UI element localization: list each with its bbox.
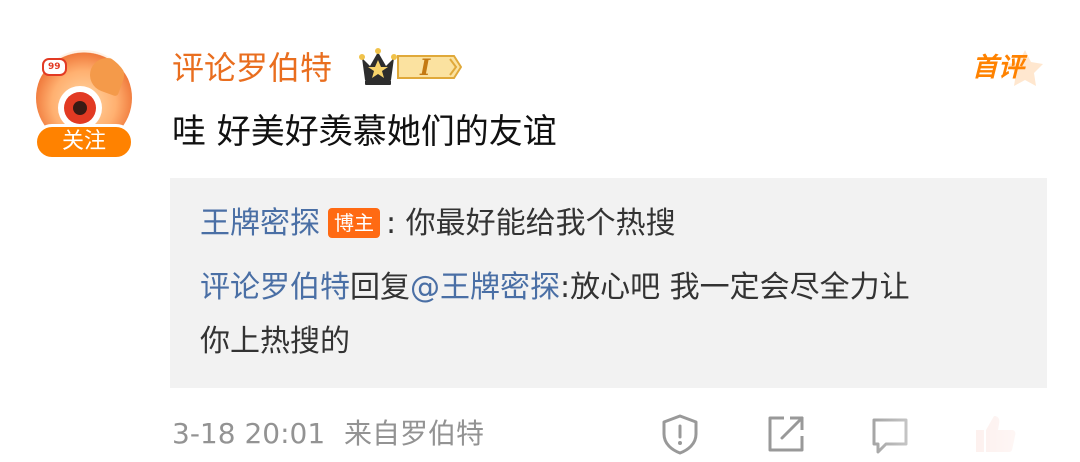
share-icon[interactable] [764, 412, 808, 456]
reply-text-continued: 你上热搜的 [200, 324, 350, 359]
follow-button[interactable]: 关注 [34, 124, 134, 160]
avatar-level-badge: 99 [42, 58, 67, 76]
first-comment-tag: 首评 [972, 53, 1025, 83]
reply-author[interactable]: 评论罗伯特 [200, 270, 350, 305]
reply-item[interactable]: 评论罗伯特回复@王牌密探:放心吧 我一定会尽全力让 [200, 266, 910, 310]
action-bar-fade [860, 400, 1080, 462]
comment-timestamp: 3-18 20:01 [172, 417, 326, 450]
crown-rank-badge: I [359, 48, 462, 85]
reply-thread[interactable]: 王牌密探 博主: 你最好能给我个热搜 评论罗伯特回复@王牌密探:放心吧 我一定会尽… [170, 178, 1047, 388]
reply-text: 放心吧 我一定会尽全力让 [570, 270, 910, 305]
avatar-eye-pupil [73, 101, 87, 115]
comment-meta: 3-18 20:01 来自罗伯特 [172, 414, 484, 454]
comment-source: 来自罗伯特 [344, 417, 485, 450]
reply-prefix: 回复 [350, 270, 410, 305]
author-name[interactable]: 评论罗伯特 [172, 44, 332, 92]
crown-rank-label: I [419, 55, 431, 81]
report-icon[interactable] [658, 412, 702, 456]
reply-separator: : [560, 270, 571, 305]
blogger-badge: 博主 [328, 207, 380, 238]
reply-item[interactable]: 王牌密探 博主: 你最好能给我个热搜 [200, 202, 676, 246]
avatar-container[interactable]: 99 关注 [30, 50, 138, 160]
reply-separator: : [386, 206, 406, 241]
reply-text: 你最好能给我个热搜 [405, 206, 676, 241]
reply-author[interactable]: 王牌密探 [200, 206, 320, 241]
comment-text: 哇 好美好羡慕她们的友谊 [172, 112, 557, 152]
reply-mention[interactable]: @王牌密探 [410, 270, 560, 305]
